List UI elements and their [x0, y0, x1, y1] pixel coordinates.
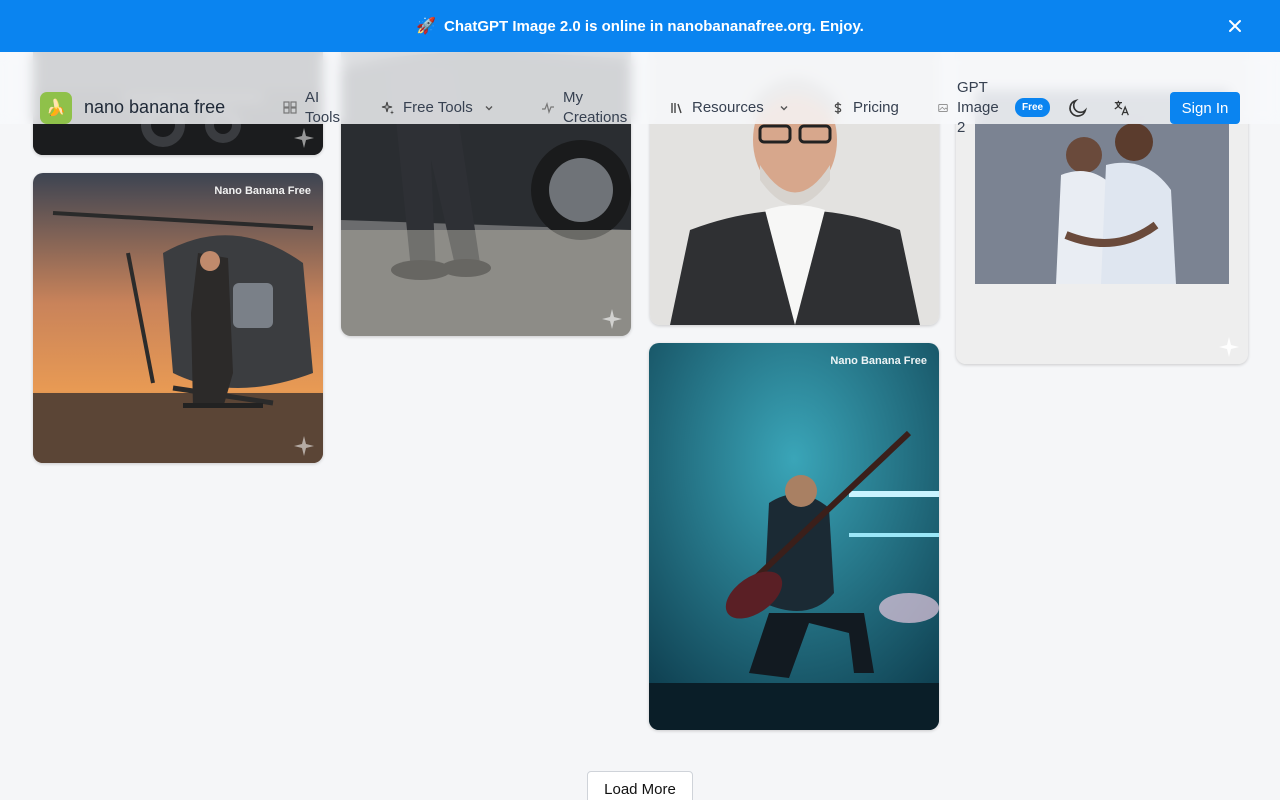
- sparkles-icon: [381, 101, 394, 114]
- announcement-bar: 🚀 ChatGPT Image 2.0 is online in nanoban…: [0, 0, 1280, 52]
- gallery-card-helicopter[interactable]: Nano Banana Free: [33, 173, 323, 463]
- image-icon: [938, 104, 948, 112]
- nav-free-tools[interactable]: Free Tools: [381, 99, 495, 116]
- load-more-button[interactable]: Load More: [587, 771, 693, 800]
- sparkle-icon: [294, 436, 314, 456]
- announcement-text: ChatGPT Image 2.0 is online in nanobanan…: [444, 17, 864, 35]
- translate-icon[interactable]: [1113, 99, 1131, 117]
- nav-gpt-image-label-1: GPT: [957, 79, 988, 96]
- dollar-icon: [834, 101, 842, 114]
- nav-gpt-image-label-3: 2: [957, 119, 966, 136]
- banana-icon: 🍌: [46, 100, 66, 117]
- nav-ai-tools-label-1: AI: [305, 89, 320, 106]
- brand-name[interactable]: nano banana free: [84, 97, 225, 118]
- grid-icon: [283, 101, 297, 114]
- sparkle-icon: [602, 309, 622, 329]
- nav-gpt-image[interactable]: GPT Image 2: [938, 78, 999, 138]
- nav-resources-label: Resources: [692, 99, 764, 116]
- free-badge: Free: [1015, 98, 1051, 117]
- nav-ai-tools[interactable]: AI Tools: [283, 88, 340, 128]
- chevron-down-icon: [485, 105, 493, 110]
- rocket-icon: 🚀: [416, 18, 437, 35]
- helicopter-image: [33, 173, 323, 463]
- close-icon[interactable]: [1226, 17, 1244, 35]
- nav-my-creations[interactable]: My Creations: [541, 88, 627, 128]
- chevron-down-icon: [780, 105, 788, 110]
- nav-resources[interactable]: Resources: [670, 99, 790, 116]
- bassist-concert-image: [649, 343, 939, 730]
- nav-pricing-label: Pricing: [853, 99, 899, 116]
- sparkle-icon: [294, 128, 314, 148]
- nav-free-tools-label: Free Tools: [403, 99, 473, 116]
- library-icon: [671, 102, 682, 113]
- nav-my-creations-label-1: My: [563, 89, 583, 106]
- watermark: Nano Banana Free: [214, 185, 311, 197]
- nav-gpt-image-label-2: Image: [957, 99, 999, 116]
- sparkle-icon: [1219, 337, 1239, 357]
- nav-pricing[interactable]: Pricing: [831, 99, 899, 116]
- activity-icon: [542, 102, 554, 114]
- logo[interactable]: 🍌: [40, 92, 72, 124]
- watermark: Nano Banana Free: [830, 355, 927, 367]
- gallery-card-bassist[interactable]: Nano Banana Free: [649, 343, 939, 730]
- sign-in-button[interactable]: Sign In: [1170, 92, 1240, 124]
- nav-ai-tools-label-2: Tools: [305, 109, 341, 126]
- moon-icon[interactable]: [1067, 97, 1089, 119]
- nav-my-creations-label-2: Creations: [563, 109, 628, 126]
